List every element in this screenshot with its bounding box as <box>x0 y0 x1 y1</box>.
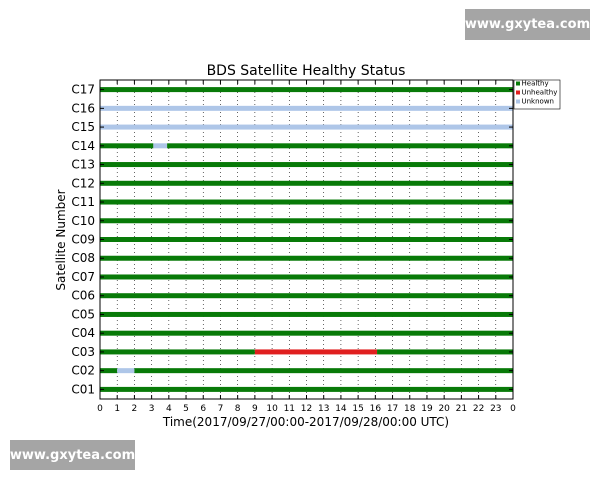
status-segment-c08-0 <box>100 255 513 261</box>
status-segment-c14-2 <box>167 143 514 149</box>
x-tick-label-18: 18 <box>404 404 416 414</box>
y-tick-label-c09: C09 <box>71 233 95 247</box>
x-tick-label-9: 9 <box>252 404 258 414</box>
x-tick-label-17: 17 <box>387 404 398 414</box>
legend-label-healthy: Healthy <box>522 80 549 88</box>
y-tick-label-c03: C03 <box>71 345 95 359</box>
status-segment-c16-0 <box>100 105 513 111</box>
x-tick-label-13: 13 <box>318 404 329 414</box>
status-segment-c13-0 <box>100 162 513 168</box>
axis-ticks: C01 C02 C03 C04 C05 C06 C07 C08 C09 C10 C11 C12 C13 C… <box>71 80 516 414</box>
status-segment-c12-0 <box>100 180 513 186</box>
y-tick-label-c17: C17 <box>71 83 95 97</box>
status-segment-c03-2 <box>377 349 513 355</box>
status-segment-c03-1 <box>254 349 378 355</box>
status-segment-c14-1 <box>153 143 168 149</box>
legend-label-unhealthy: Unhealthy <box>522 89 558 97</box>
x-tick-label-10: 10 <box>266 404 278 414</box>
status-segment-c02-1 <box>117 368 135 374</box>
legend-swatch-unhealthy <box>516 90 520 95</box>
x-tick-label-19: 19 <box>421 404 433 414</box>
status-segment-c06-0 <box>100 293 513 299</box>
x-tick-label-5: 5 <box>183 404 189 414</box>
y-tick-label-c05: C05 <box>71 307 95 321</box>
status-segment-c05-0 <box>100 311 513 317</box>
x-tick-label-1: 1 <box>114 404 120 414</box>
x-tick-label-4: 4 <box>166 404 172 414</box>
x-tick-label-0: 0 <box>97 404 103 414</box>
y-tick-label-c13: C13 <box>71 158 95 172</box>
y-tick-label-c01: C01 <box>71 382 95 396</box>
y-tick-label-c14: C14 <box>71 139 95 153</box>
x-tick-label-11: 11 <box>284 404 295 414</box>
legend-label-unknown: Unknown <box>522 98 555 106</box>
x-tick-label-12: 12 <box>301 404 312 414</box>
status-segment-c14-0 <box>100 143 154 149</box>
y-tick-label-c15: C15 <box>71 120 95 134</box>
legend-swatch-unknown <box>516 99 520 104</box>
status-segment-c07-0 <box>100 274 513 280</box>
x-tick-label-3: 3 <box>149 404 155 414</box>
x-tick-label-20: 20 <box>438 404 450 414</box>
status-segment-c15-0 <box>100 124 513 130</box>
satellite-status-chart: BDS Satellite Healthy Status C01C02C03C0… <box>54 63 561 429</box>
status-segment-c01-0 <box>100 386 513 392</box>
x-tick-label-24: 0 <box>510 404 516 414</box>
y-tick-label-c04: C04 <box>71 326 95 340</box>
x-axis-label: Time(2017/09/27/00:00-2017/09/28/00:00 U… <box>162 415 449 429</box>
y-tick-label-c06: C06 <box>71 289 95 303</box>
y-axis-label: Satellite Number <box>54 189 68 290</box>
x-tick-label-8: 8 <box>235 404 241 414</box>
status-segment-c17-0 <box>100 87 513 93</box>
x-tick-label-16: 16 <box>370 404 382 414</box>
x-tick-label-2: 2 <box>132 404 138 414</box>
x-tick-label-23: 23 <box>490 404 501 414</box>
x-tick-label-7: 7 <box>218 404 224 414</box>
x-tick-label-21: 21 <box>456 404 467 414</box>
y-tick-label-c12: C12 <box>71 176 95 190</box>
x-tick-label-14: 14 <box>335 404 347 414</box>
x-tick-label-22: 22 <box>473 404 484 414</box>
status-segment-c03-0 <box>100 349 255 355</box>
status-segment-c04-0 <box>100 330 513 336</box>
y-tick-label-c08: C08 <box>71 251 95 265</box>
y-tick-label-c07: C07 <box>71 270 95 284</box>
y-tick-label-c10: C10 <box>71 214 95 228</box>
y-tick-label-c02: C02 <box>71 364 95 378</box>
chart-title: BDS Satellite Healthy Status <box>207 63 406 79</box>
status-segment-c11-0 <box>100 199 513 205</box>
legend: HealthyUnhealthyUnknown <box>513 80 561 110</box>
x-tick-label-15: 15 <box>352 404 363 414</box>
y-tick-label-c16: C16 <box>71 101 95 115</box>
status-segment-c10-0 <box>100 218 513 224</box>
y-tick-label-c11: C11 <box>71 195 95 209</box>
x-tick-label-6: 6 <box>200 404 206 414</box>
status-segment-c09-0 <box>100 237 513 242</box>
status-segment-c02-2 <box>134 368 513 374</box>
legend-swatch-healthy <box>516 81 520 86</box>
